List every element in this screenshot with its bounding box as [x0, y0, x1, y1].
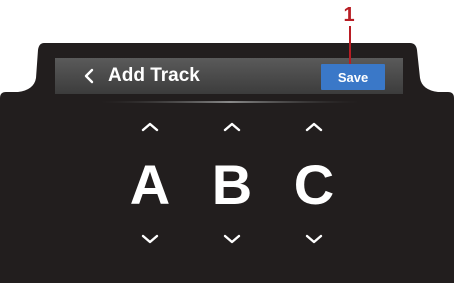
letter-up-button[interactable] [284, 114, 344, 140]
page-title: Add Track [108, 65, 200, 86]
back-button[interactable] [79, 64, 99, 88]
save-button[interactable]: Save [321, 64, 385, 90]
letter-value: B [211, 153, 253, 216]
letter-selector-3: C [284, 112, 344, 252]
chevron-down-icon [305, 234, 323, 244]
letter-up-button[interactable] [120, 114, 180, 140]
letter-value: A [129, 153, 171, 216]
letter-selector-1: A [120, 112, 180, 252]
chevron-up-icon [223, 122, 241, 132]
chevron-up-icon [141, 122, 159, 132]
chevron-up-icon [305, 122, 323, 132]
letter-selector-2: B [202, 112, 262, 252]
letter-down-button[interactable] [120, 226, 180, 252]
letter-down-button[interactable] [202, 226, 262, 252]
letter-value: C [293, 153, 335, 216]
letter-down-button[interactable] [284, 226, 344, 252]
chevron-down-icon [223, 234, 241, 244]
title-bar: Add Track Save [55, 58, 403, 94]
letter-up-button[interactable] [202, 114, 262, 140]
chevron-left-icon [84, 68, 94, 84]
callout-number: 1 [343, 4, 355, 26]
chevron-down-icon [141, 234, 159, 244]
